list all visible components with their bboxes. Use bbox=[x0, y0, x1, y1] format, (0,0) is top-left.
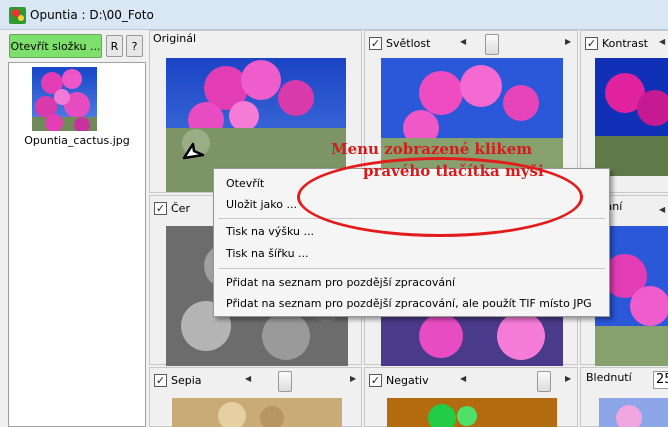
negative-left-arrow[interactable]: ◀ bbox=[460, 374, 466, 383]
annotation-line-2: pravého tlačítka myši bbox=[363, 162, 544, 180]
panel-label-original: Originál bbox=[153, 32, 197, 45]
menu-item-add-to-list[interactable]: Přidat na seznam pro pozdější zpracování bbox=[226, 276, 455, 289]
negative-right-arrow[interactable]: ▶ bbox=[565, 374, 571, 383]
help-button[interactable]: ? bbox=[126, 35, 143, 57]
image-contrast[interactable] bbox=[595, 58, 668, 176]
checkbox-contrast[interactable]: ✓ bbox=[585, 37, 598, 50]
brightness-slider[interactable] bbox=[485, 34, 499, 55]
open-folder-button[interactable]: Otevřít složku ... bbox=[9, 34, 102, 58]
app-icon bbox=[9, 7, 26, 24]
negative-slider[interactable] bbox=[537, 371, 551, 392]
menu-item-print-landscape[interactable]: Tisk na šířku ... bbox=[226, 247, 309, 260]
panel-sepia: ✓ Sepia ◀ ▶ bbox=[149, 367, 362, 427]
fade-value-input[interactable]: 25 bbox=[653, 371, 668, 389]
menu-separator bbox=[218, 268, 605, 269]
contrast-left-arrow[interactable]: ◀ bbox=[659, 37, 665, 46]
sepia-right-arrow[interactable]: ▶ bbox=[350, 374, 356, 383]
file-list[interactable]: Opuntia_cactus.jpg bbox=[8, 62, 146, 427]
image-negative[interactable] bbox=[387, 398, 557, 427]
panel-fade: Blednutí 25 bbox=[580, 367, 668, 427]
main-window: Otevřít složku ... R ? Opuntia_cactus.jp… bbox=[0, 30, 668, 427]
menu-item-print-portrait[interactable]: Tisk na výšku ... bbox=[226, 225, 314, 238]
mouse-cursor-icon bbox=[181, 141, 207, 170]
slider-left-arrow[interactable]: ◀ bbox=[460, 37, 466, 46]
window-title: Opuntia : D:\00_Foto bbox=[30, 8, 154, 22]
panel-label-fade: Blednutí bbox=[586, 371, 632, 384]
panel-label-contrast: Kontrast bbox=[602, 37, 648, 50]
sepia-slider[interactable] bbox=[278, 371, 292, 392]
checkbox-sepia[interactable]: ✓ bbox=[154, 374, 167, 387]
menu-item-add-to-list-tif[interactable]: Přidat na seznam pro pozdější zpracování… bbox=[226, 297, 592, 310]
menu-item-open[interactable]: Otevřít bbox=[226, 177, 264, 190]
panel-label-brightness: Světlost bbox=[386, 37, 431, 50]
checkbox-brightness[interactable]: ✓ bbox=[369, 37, 382, 50]
image-sepia[interactable] bbox=[172, 398, 342, 427]
title-bar[interactable]: Opuntia : D:\00_Foto bbox=[0, 0, 668, 30]
file-name[interactable]: Opuntia_cactus.jpg bbox=[9, 134, 145, 147]
right-effect-left-arrow[interactable]: ◀ bbox=[659, 205, 665, 214]
menu-item-save-as[interactable]: Uložit jako ... bbox=[226, 198, 297, 211]
checkbox-grayscale[interactable]: ✓ bbox=[154, 202, 167, 215]
slider-right-arrow[interactable]: ▶ bbox=[565, 37, 571, 46]
panel-label-grayscale: Čer bbox=[171, 202, 190, 215]
file-thumbnail[interactable] bbox=[32, 67, 97, 133]
image-fade[interactable] bbox=[599, 398, 668, 427]
annotation-line-1: Menu zobrazené klikem bbox=[331, 140, 533, 158]
checkbox-negative[interactable]: ✓ bbox=[369, 374, 382, 387]
panel-label-negative: Negativ bbox=[386, 374, 429, 387]
r-button[interactable]: R bbox=[106, 35, 123, 57]
panel-negative: ✓ Negativ ◀ ▶ bbox=[364, 367, 578, 427]
panel-label-sepia: Sepia bbox=[171, 374, 202, 387]
sepia-left-arrow[interactable]: ◀ bbox=[245, 374, 251, 383]
